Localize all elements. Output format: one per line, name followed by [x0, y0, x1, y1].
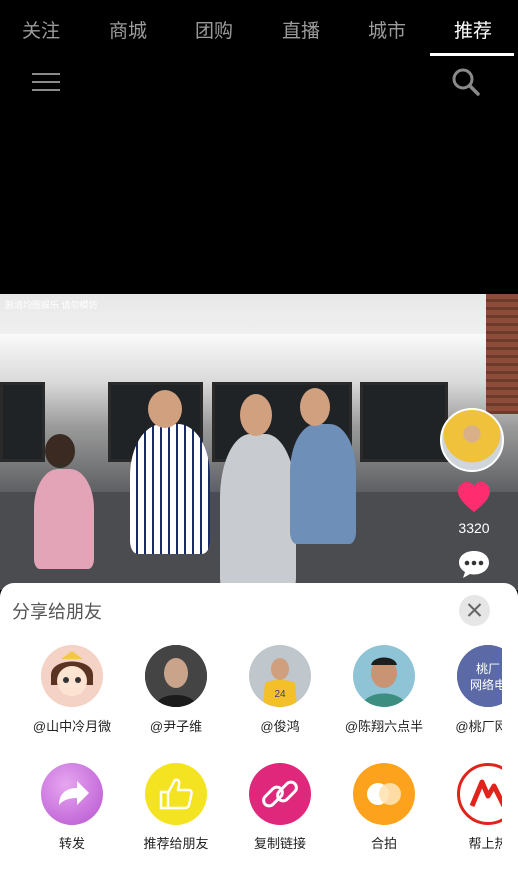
duet-icon — [353, 763, 415, 825]
dancer-head — [148, 390, 182, 428]
duet-button[interactable]: 合拍 — [334, 763, 434, 852]
friend-name: @陈翔六点半 — [344, 719, 424, 734]
search-icon[interactable] — [451, 67, 481, 97]
like-count: 3320 — [458, 520, 490, 536]
hot-boost-label: 帮上热 — [468, 836, 502, 851]
svg-text:24: 24 — [274, 689, 286, 700]
friend-name: @山中冷月微 — [32, 719, 112, 734]
recommend-label: 推荐给朋友 — [143, 836, 209, 851]
svg-text:网络电: 网络电 — [470, 677, 502, 692]
dancer-head — [240, 394, 272, 436]
dancer — [290, 424, 356, 544]
avatar — [145, 645, 207, 707]
top-tab-bar: 关注 商城 团购 直播 城市 推荐 — [0, 0, 518, 58]
thumbs-up-icon — [145, 763, 207, 825]
avatar — [41, 645, 103, 707]
video-window — [0, 382, 45, 462]
heart-icon[interactable] — [456, 480, 492, 516]
tab-group-buy[interactable]: 团购 — [195, 16, 233, 43]
dancer — [130, 424, 210, 554]
link-icon — [249, 763, 311, 825]
video-watermark: 剧清均图娱乐 请勿模仿 — [5, 300, 98, 310]
dancer — [34, 469, 94, 569]
share-targets: @山中冷月微 @尹子维 24 @俊鸿 @陈翔六点半 桃厂 网络电 @桃厂网 转发… — [0, 583, 502, 896]
active-tab-indicator — [430, 53, 514, 56]
copy-link-button[interactable]: 复制链接 — [230, 763, 330, 852]
brick-wall — [486, 294, 518, 414]
creator-avatar[interactable] — [440, 408, 504, 472]
hamburger-icon[interactable] — [32, 73, 60, 93]
friend-name: @尹子维 — [149, 719, 203, 734]
avatar: 桃厂 网络电 — [457, 645, 502, 707]
friend-item[interactable]: 24 @俊鸿 — [230, 645, 330, 735]
hot-boost-button[interactable]: 帮上热 — [438, 763, 502, 852]
friend-item[interactable]: @陈翔六点半 — [334, 645, 434, 735]
dancer — [220, 434, 296, 590]
forward-icon — [41, 763, 103, 825]
forward-button[interactable]: 转发 — [22, 763, 122, 852]
friend-name: @桃厂网络 — [455, 719, 502, 734]
share-sheet: 分享给朋友 @山中冷月微 @尹子维 24 @俊鸿 @陈翔六点半 桃厂 网络电 @… — [0, 583, 518, 896]
video-background — [0, 334, 518, 364]
tab-mall[interactable]: 商城 — [109, 16, 147, 43]
avatar: 24 — [249, 645, 311, 707]
friend-name: @俊鸿 — [260, 719, 300, 734]
recommend-to-friend-button[interactable]: 推荐给朋友 — [126, 763, 226, 852]
forward-label: 转发 — [58, 836, 85, 851]
tab-follow[interactable]: 关注 — [22, 16, 60, 43]
friend-item[interactable]: 桃厂 网络电 @桃厂网络 — [438, 645, 502, 735]
dancer-head — [45, 434, 75, 468]
video-window — [360, 382, 448, 462]
avatar — [353, 645, 415, 707]
tab-recommend[interactable]: 推荐 — [454, 16, 492, 43]
svg-text:桃厂: 桃厂 — [476, 661, 500, 676]
friend-item[interactable]: @山中冷月微 — [22, 645, 122, 735]
tab-city[interactable]: 城市 — [368, 16, 406, 43]
tab-live[interactable]: 直播 — [282, 16, 320, 43]
copy-link-label: 复制链接 — [253, 836, 306, 851]
comment-icon[interactable] — [456, 548, 492, 580]
friend-item[interactable]: @尹子维 — [126, 645, 226, 735]
duet-label: 合拍 — [370, 836, 397, 851]
hot-boost-icon — [457, 763, 502, 825]
dancer-head — [300, 388, 330, 426]
brand-logo: 桃厂 网络电 — [457, 645, 502, 707]
